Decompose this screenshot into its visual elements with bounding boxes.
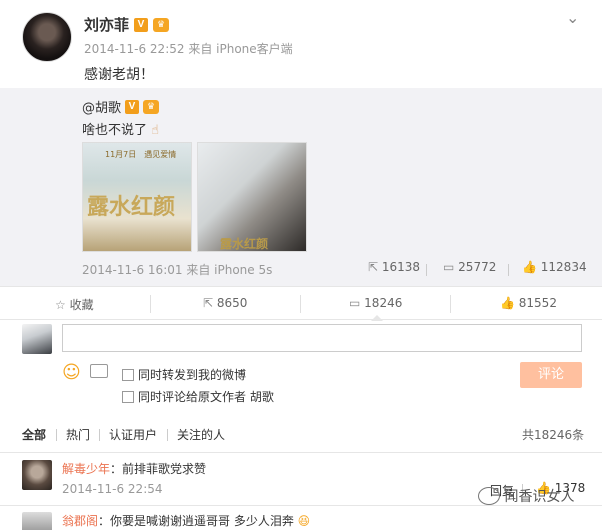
comment-avatar[interactable]: [22, 460, 52, 490]
watermark: 闻香识女人: [478, 486, 598, 516]
comment-timestamp: 2014-11-6 22:54: [62, 482, 163, 496]
laughing-emoji-icon: 😆: [297, 514, 311, 528]
author-name[interactable]: 刘亦菲: [84, 14, 129, 35]
divider: [167, 429, 168, 441]
comment-icon: ▭: [443, 260, 455, 274]
author-header: 刘亦菲 V ♛: [84, 14, 170, 35]
forward-label: 8650: [216, 296, 248, 310]
repost-timestamp[interactable]: 2014-11-6 16:01: [82, 263, 183, 277]
poster-title: 露水红颜: [220, 237, 269, 251]
watermark-text: 闻香识女人: [504, 489, 575, 505]
like-label: 81552: [518, 296, 557, 310]
comment-total: 共18246条: [522, 428, 585, 442]
comment-user[interactable]: 翁郡阁: [62, 514, 98, 528]
repost-author-row: @胡歌 V ♛: [82, 97, 160, 116]
vip-crown-icon: ♛: [143, 99, 160, 114]
comment-filters: 全部 热门 认证用户 关注的人 共18246条: [0, 426, 602, 450]
comment-body: 解毒少年：前排菲歌党求赞: [62, 460, 206, 477]
movie-poster-image-2[interactable]: 露水红颜: [197, 142, 307, 252]
filter-hot[interactable]: 热门: [66, 426, 90, 443]
comment-author-option-label: 同时评论给原文作者 胡歌: [138, 390, 274, 404]
forward-button[interactable]: ⇱ 8650: [203, 296, 247, 310]
divider: [508, 264, 509, 276]
divider: [56, 429, 57, 441]
emoji-icon[interactable]: ☺: [62, 362, 81, 383]
comment-avatar[interactable]: [22, 512, 52, 530]
comment-label: 18246: [364, 296, 403, 310]
post-timestamp[interactable]: 2014-11-6 22:52: [84, 42, 185, 56]
repost-comment-count[interactable]: ▭ 25772: [443, 260, 496, 274]
like-icon: 👍: [522, 260, 537, 274]
post-meta: 2014-11-6 22:52 来自 iPhone客户端: [84, 40, 293, 57]
like-icon: 👍: [500, 296, 515, 310]
divider: [0, 452, 602, 453]
divider: [300, 295, 301, 313]
poster-title: 露水红颜: [87, 194, 176, 220]
image-icon[interactable]: [90, 364, 108, 378]
divider: [426, 264, 427, 276]
chevron-down-icon[interactable]: ⌄: [566, 8, 579, 27]
comment-user[interactable]: 解毒少年: [62, 462, 110, 476]
author-avatar[interactable]: [22, 12, 72, 62]
wechat-icon: [478, 487, 500, 505]
filter-verified[interactable]: 认证用户: [109, 426, 157, 443]
repost-like-count[interactable]: 👍 112834: [522, 260, 587, 274]
submit-comment-button[interactable]: 评论: [520, 362, 582, 388]
divider: [99, 429, 100, 441]
comment-button[interactable]: ▭ 18246: [349, 296, 402, 310]
like-count: 112834: [540, 260, 587, 274]
star-icon: ☆: [55, 298, 66, 312]
repost-source: 来自 iPhone 5s: [186, 263, 273, 277]
forward-option-label: 同时转发到我的微博: [138, 368, 247, 382]
repost-meta: 2014-11-6 16:01 来自 iPhone 5s: [82, 261, 272, 278]
comment-author-checkbox[interactable]: [122, 391, 134, 403]
post-source: 来自 iPhone客户端: [188, 42, 293, 56]
divider: [150, 295, 151, 313]
current-user-avatar[interactable]: [22, 324, 52, 354]
divider: [450, 295, 451, 313]
repost-text-row: 啥也不说了 ☝: [82, 119, 159, 138]
comment-text: ：你要是喊谢谢逍遥哥哥 多少人泪奔: [98, 514, 294, 528]
repost-author[interactable]: @胡歌: [82, 97, 121, 116]
like-button[interactable]: 👍 81552: [500, 296, 557, 310]
comment-icon: ▭: [349, 296, 361, 310]
repost-text: 啥也不说了: [82, 123, 148, 138]
comment-text: ：前排菲歌党求赞: [110, 462, 207, 476]
action-toolbar: ☆ 收藏 ⇱ 8650 ▭ 18246 👍 81552: [0, 286, 602, 321]
forward-count: 16138: [381, 260, 421, 274]
forward-icon: ⇱: [368, 260, 379, 274]
comment-body: 翁郡阁：你要是喊谢谢逍遥哥哥 多少人泪奔 😆: [62, 512, 310, 529]
favorite-button[interactable]: ☆ 收藏: [55, 296, 94, 313]
forward-icon: ⇱: [203, 296, 214, 310]
vip-crown-icon: ♛: [153, 17, 170, 32]
comment-input[interactable]: [62, 324, 582, 352]
filter-following[interactable]: 关注的人: [177, 426, 225, 443]
verified-icon: V: [125, 99, 140, 114]
movie-poster-image-1[interactable]: 11月7日 遇见爱情 露水红颜: [82, 142, 192, 252]
forward-option[interactable]: 同时转发到我的微博: [122, 366, 246, 383]
thumbs-up-emoji-icon: ☝: [151, 123, 160, 138]
forward-checkbox[interactable]: [122, 369, 134, 381]
favorite-label: 收藏: [69, 298, 94, 312]
active-pointer-arrow: [371, 315, 383, 321]
filter-all[interactable]: 全部: [22, 426, 46, 443]
post-text: 感谢老胡！: [84, 67, 154, 83]
poster-date: 11月7日 遇见爱情: [105, 150, 177, 159]
verified-icon: V: [134, 17, 149, 32]
comment-count: 25772: [458, 260, 497, 274]
comment-author-option[interactable]: 同时评论给原文作者 胡歌: [122, 388, 274, 405]
repost-forward-count[interactable]: ⇱ 16138: [368, 260, 420, 274]
